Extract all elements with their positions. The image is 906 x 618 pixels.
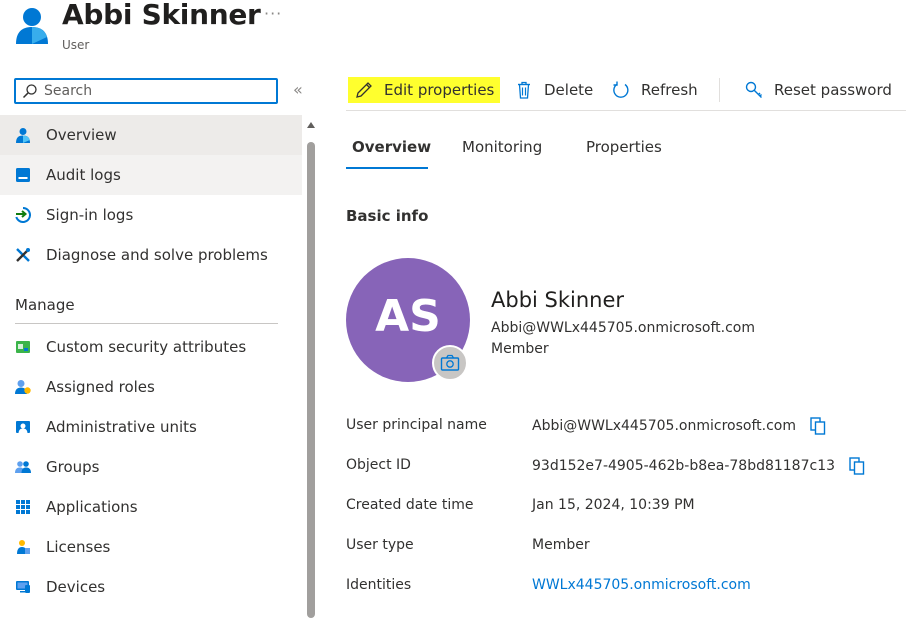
tab-properties[interactable]: Properties <box>586 138 662 156</box>
sidebar-item-label: Groups <box>46 458 100 476</box>
sidebar-item-label: Custom security attributes <box>46 338 247 356</box>
identities-link[interactable]: WWLx445705.onmicrosoft.com <box>532 577 751 593</box>
search-input[interactable] <box>44 81 270 101</box>
search-box[interactable] <box>14 78 278 104</box>
sidebar-item-label: Assigned roles <box>46 378 155 396</box>
refresh-button[interactable]: Refresh <box>611 77 698 103</box>
active-tab-indicator <box>346 167 428 169</box>
refresh-label: Refresh <box>641 81 698 99</box>
sidebar-item-label: Licenses <box>46 538 111 556</box>
sidebar-item-custom-security-attributes[interactable]: Custom security attributes <box>0 327 302 367</box>
attributes-icon <box>15 339 31 355</box>
trash-icon <box>514 80 534 100</box>
toolbar-divider <box>719 78 720 102</box>
tab-monitoring[interactable]: Monitoring <box>462 138 542 156</box>
change-photo-button[interactable] <box>432 345 468 381</box>
page-subtitle: User <box>62 38 90 52</box>
profile-name: Abbi Skinner <box>491 288 625 312</box>
property-label: Created date time <box>346 497 474 513</box>
property-value-object-id: 93d152e7-4905-462b-b8ea-78bd81187c13 <box>532 457 865 475</box>
profile-role: Member <box>491 341 549 357</box>
groups-icon <box>15 459 31 475</box>
audit-log-icon <box>15 167 31 183</box>
toolbar-divider-line <box>346 110 906 111</box>
property-value: Abbi@WWLx445705.onmicrosoft.com <box>532 418 796 434</box>
sidebar-item-label: Administrative units <box>46 418 197 436</box>
section-header-manage: Manage <box>15 296 75 314</box>
delete-label: Delete <box>544 81 594 99</box>
property-label: Object ID <box>346 457 411 473</box>
sidebar-item-groups[interactable]: Groups <box>0 447 302 487</box>
sidebar-scrollbar[interactable] <box>304 122 318 618</box>
user-icon <box>15 127 31 143</box>
pencil-icon <box>354 80 374 100</box>
collapse-sidebar-button[interactable]: « <box>293 80 303 99</box>
property-label: User principal name <box>346 417 487 433</box>
admin-units-icon <box>15 419 31 435</box>
sidebar-item-audit-logs[interactable]: Audit logs <box>0 155 302 195</box>
sign-in-icon <box>15 207 31 223</box>
property-value: 93d152e7-4905-462b-b8ea-78bd81187c13 <box>532 458 836 474</box>
property-value: Member <box>532 537 590 553</box>
sidebar-item-applications[interactable]: Applications <box>0 487 302 527</box>
copy-icon[interactable] <box>849 457 865 475</box>
search-icon <box>22 84 37 99</box>
profile-email: Abbi@WWLx445705.onmicrosoft.com <box>491 320 755 336</box>
section-title: Basic info <box>346 207 429 225</box>
sidebar-item-label: Sign-in logs <box>46 206 134 224</box>
sidebar-item-overview[interactable]: Overview <box>0 115 302 155</box>
sidebar-item-label: Applications <box>46 498 138 516</box>
page-title: Abbi Skinner <box>62 0 261 31</box>
property-value: Jan 15, 2024, 10:39 PM <box>532 497 695 513</box>
sidebar-item-licenses[interactable]: Licenses <box>0 527 302 567</box>
sidebar-item-label: Audit logs <box>46 166 121 184</box>
sidebar-item-label: Overview <box>46 126 117 144</box>
licenses-icon <box>15 539 31 555</box>
delete-button[interactable]: Delete <box>514 77 593 103</box>
sidebar-item-assigned-roles[interactable]: Assigned roles <box>0 367 302 407</box>
scroll-up-arrow-icon[interactable] <box>307 122 315 128</box>
edit-properties-button[interactable]: Edit properties <box>348 77 501 103</box>
applications-icon <box>15 499 31 515</box>
property-label: Identities <box>346 577 412 593</box>
property-value-upn: Abbi@WWLx445705.onmicrosoft.com <box>532 417 826 435</box>
sidebar-item-sign-in-logs[interactable]: Sign-in logs <box>0 195 302 235</box>
wrench-icon <box>15 247 31 263</box>
sidebar-item-diagnose[interactable]: Diagnose and solve problems <box>0 235 302 275</box>
edit-properties-label: Edit properties <box>384 81 495 99</box>
tab-overview[interactable]: Overview <box>352 138 431 156</box>
reset-password-button[interactable]: Reset password <box>744 77 892 103</box>
refresh-icon <box>611 80 631 100</box>
sidebar-item-administrative-units[interactable]: Administrative units <box>0 407 302 447</box>
copy-icon[interactable] <box>810 417 826 435</box>
devices-icon <box>15 579 31 595</box>
sidebar-item-label: Devices <box>46 578 106 596</box>
scroll-thumb[interactable] <box>307 142 315 618</box>
sidebar-item-label: Diagnose and solve problems <box>46 246 268 264</box>
user-icon <box>16 8 48 44</box>
camera-icon <box>440 354 460 371</box>
reset-password-label: Reset password <box>774 81 892 99</box>
sidebar-item-devices[interactable]: Devices <box>0 567 302 607</box>
divider <box>15 323 278 324</box>
key-icon <box>744 80 764 100</box>
avatar-initials: AS <box>375 290 441 342</box>
property-label: User type <box>346 537 414 553</box>
more-options-button[interactable]: ··· <box>264 4 282 23</box>
roles-icon <box>15 379 31 395</box>
